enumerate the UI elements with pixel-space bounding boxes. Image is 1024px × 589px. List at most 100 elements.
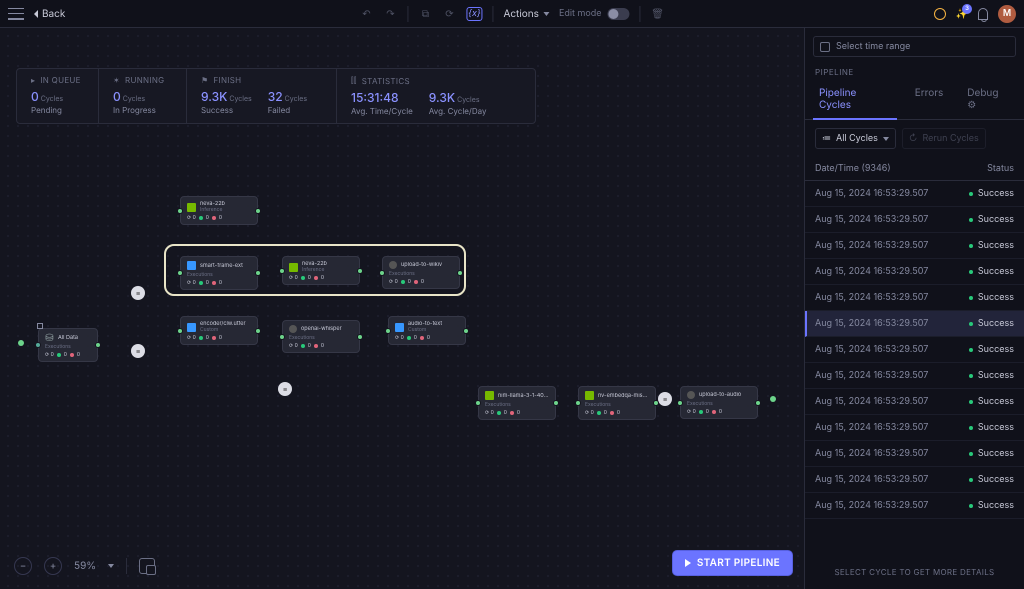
- cycles-table-head: Date/Time (9346) Status: [805, 157, 1024, 181]
- back-label: Back: [42, 8, 65, 20]
- input-port[interactable]: [18, 340, 24, 346]
- theme-icon[interactable]: [934, 8, 946, 20]
- queue-caption: Pending: [31, 105, 84, 115]
- topbar: Back ↶ ↷ ⧉ ⟳ {x} Actions Edit mode 🗑 ✨ 3…: [0, 0, 1024, 28]
- hamburger-icon[interactable]: [8, 8, 24, 20]
- back-button[interactable]: Back: [34, 8, 65, 20]
- col-status[interactable]: Status: [987, 163, 1014, 174]
- status-badge: Success: [969, 344, 1014, 355]
- node-neva-22b-2[interactable]: neva-22bInference ⟳ 000: [282, 256, 360, 285]
- failed-value: 32: [268, 89, 283, 104]
- cycle-row[interactable]: Aug 15, 2024 16:53:29.507 Success: [805, 337, 1024, 363]
- status-badge: Success: [969, 266, 1014, 277]
- cycle-row[interactable]: Aug 15, 2024 16:53:29.507 Success: [805, 285, 1024, 311]
- actions-dropdown[interactable]: Actions: [503, 8, 549, 20]
- hub-icon[interactable]: ≡: [278, 382, 292, 396]
- cycle-row[interactable]: Aug 15, 2024 16:53:29.507 Success: [805, 493, 1024, 519]
- cycle-dt: Aug 15, 2024 16:53:29.507: [815, 240, 969, 251]
- running-icon: ✶: [113, 75, 120, 85]
- status-badge: Success: [969, 396, 1014, 407]
- custom-icon: [389, 261, 397, 269]
- link-icon[interactable]: ⧉: [418, 7, 432, 21]
- cycle-row[interactable]: Aug 15, 2024 16:53:29.507 Success: [805, 415, 1024, 441]
- toggle-icon[interactable]: [608, 8, 630, 20]
- node-embedqa[interactable]: nv-embedqa-mistral-7bv2 Executions ⟳ 000: [578, 386, 656, 420]
- start-pipeline-button[interactable]: START PIPELINE: [673, 551, 792, 575]
- status-badge: Success: [969, 474, 1014, 485]
- chevron-left-icon: [34, 10, 38, 18]
- chevron-down-icon: [543, 12, 549, 16]
- hub-icon[interactable]: ≡: [131, 344, 145, 358]
- avg-time: 15:31:48: [351, 90, 413, 105]
- announce-icon[interactable]: ✨ 3: [956, 8, 968, 20]
- success-value: 9.3K: [201, 89, 227, 104]
- openai-icon: [289, 325, 297, 333]
- cycles-list[interactable]: Aug 15, 2024 16:53:29.507 SuccessAug 15,…: [805, 181, 1024, 555]
- hub-icon[interactable]: ≡: [658, 392, 672, 406]
- node-all-data[interactable]: ⛁ All Data Executions ⟳ 000: [38, 328, 98, 362]
- node-smart-frame[interactable]: smart-frame-ext Executions ⟳ 000: [180, 256, 258, 290]
- undo-icon[interactable]: ↶: [359, 7, 373, 21]
- zoom-value: 59%: [74, 560, 96, 572]
- node-llama[interactable]: nim-llama-3-1-405b-instruct Executions ⟳…: [478, 386, 556, 420]
- node-whisper[interactable]: openai-whisper Executions ⟳ 000: [282, 320, 360, 353]
- avg-day: 9.3K: [429, 90, 455, 105]
- stat-head-queue: ▸ IN QUEUE: [31, 75, 84, 85]
- custom-icon: [395, 323, 404, 332]
- redo-icon[interactable]: ↷: [383, 7, 397, 21]
- refresh-icon[interactable]: ⟳: [442, 7, 456, 21]
- hub-icon[interactable]: ≡: [131, 286, 145, 300]
- nvidia-icon: [187, 203, 196, 212]
- top-right: ✨ 3 M: [934, 5, 1016, 23]
- cycle-dt: Aug 15, 2024 16:53:29.507: [815, 318, 969, 329]
- node-neva-22b-1[interactable]: neva-22bInference ⟳ 000: [180, 196, 258, 225]
- bell-icon[interactable]: [978, 8, 988, 20]
- tab-errors[interactable]: Errors: [905, 79, 954, 119]
- tab-pipeline-cycles[interactable]: Pipeline Cycles: [809, 79, 901, 119]
- node-upload-wikiv[interactable]: upload-to-wikiv Executions ⟳ 000: [382, 256, 460, 289]
- filter-row: ≔ All Cycles ↻ Rerun Cycles: [805, 120, 1024, 157]
- notif-badge: 3: [962, 4, 972, 14]
- tab-debug[interactable]: Debug ⚙: [957, 79, 1020, 119]
- nvidia-icon: [485, 391, 494, 400]
- cycle-row[interactable]: Aug 15, 2024 16:53:29.507 Success: [805, 311, 1024, 337]
- custom-icon: [187, 323, 196, 332]
- zoom-toolbar: − + 59%: [14, 557, 155, 575]
- cycle-dt: Aug 15, 2024 16:53:29.507: [815, 474, 969, 485]
- sliders-icon: ≔: [822, 133, 831, 144]
- zoom-out-icon[interactable]: −: [14, 557, 32, 575]
- separator: [126, 558, 127, 574]
- cycle-row[interactable]: Aug 15, 2024 16:53:29.507 Success: [805, 207, 1024, 233]
- gear-icon: ⚙: [967, 99, 976, 111]
- edit-mode-toggle[interactable]: Edit mode: [559, 8, 630, 20]
- chevron-down-icon: [883, 137, 889, 141]
- cycles-filter[interactable]: ≔ All Cycles: [815, 128, 896, 149]
- variables-icon[interactable]: {x}: [466, 7, 482, 21]
- cycle-row[interactable]: Aug 15, 2024 16:53:29.507 Success: [805, 467, 1024, 493]
- status-badge: Success: [969, 214, 1014, 225]
- cycle-row[interactable]: Aug 15, 2024 16:53:29.507 Success: [805, 363, 1024, 389]
- separator: [407, 6, 408, 22]
- canvas[interactable]: ▸ IN QUEUE 0Cycles Pending ✶RUNNING 0Cyc…: [0, 28, 804, 589]
- rerun-cycles-button[interactable]: ↻ Rerun Cycles: [902, 128, 986, 149]
- node-audio-to-text[interactable]: audio-to-textCustom ⟳ 000: [388, 316, 466, 345]
- minimap-icon[interactable]: [139, 558, 155, 574]
- zoom-in-icon[interactable]: +: [44, 557, 62, 575]
- cycle-row[interactable]: Aug 15, 2024 16:53:29.507 Success: [805, 389, 1024, 415]
- cycle-row[interactable]: Aug 15, 2024 16:53:29.507 Success: [805, 259, 1024, 285]
- cycle-row[interactable]: Aug 15, 2024 16:53:29.507 Success: [805, 181, 1024, 207]
- status-badge: Success: [969, 292, 1014, 303]
- cycle-row[interactable]: Aug 15, 2024 16:53:29.507 Success: [805, 233, 1024, 259]
- cycle-row[interactable]: Aug 15, 2024 16:53:29.507 Success: [805, 441, 1024, 467]
- trash-icon[interactable]: 🗑: [651, 7, 665, 21]
- output-port[interactable]: [770, 396, 776, 402]
- time-range-selector[interactable]: Select time range: [813, 36, 1016, 57]
- zoom-dropdown-icon[interactable]: [108, 564, 114, 568]
- node-upload-audio[interactable]: upload-to-audio Executions ⟳ 000: [680, 386, 758, 419]
- avatar[interactable]: M: [998, 5, 1016, 23]
- status-badge: Success: [969, 448, 1014, 459]
- col-datetime[interactable]: Date/Time (9346): [815, 163, 987, 174]
- cycle-dt: Aug 15, 2024 16:53:29.507: [815, 188, 969, 199]
- node-encoder[interactable]: encoder/clw.utferCustom ⟳ 000: [180, 316, 258, 345]
- nvidia-icon: [585, 391, 594, 400]
